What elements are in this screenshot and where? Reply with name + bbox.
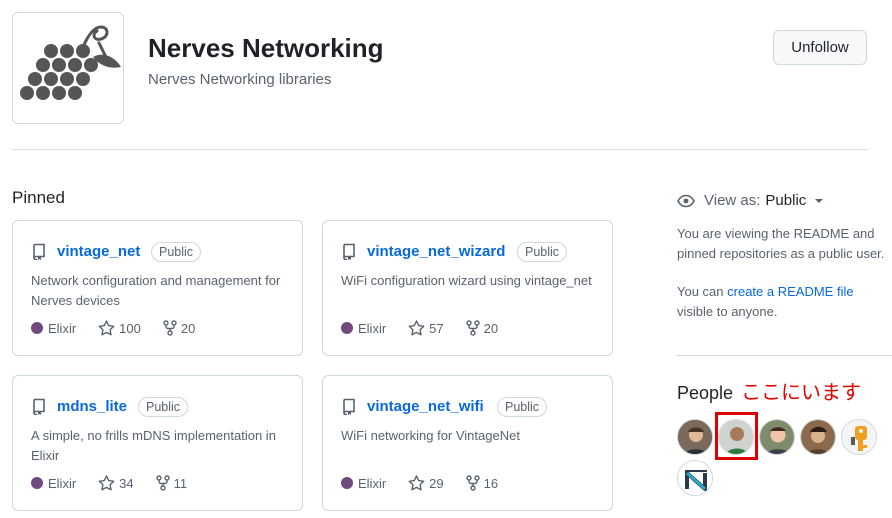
person-avatar-icon <box>760 420 794 454</box>
repo-meta: Elixir 57 20 <box>341 320 498 336</box>
repo-icon <box>343 243 355 260</box>
language: Elixir <box>31 321 76 336</box>
visibility-badge: Public <box>517 242 568 262</box>
repo-meta: Elixir 29 16 <box>341 475 498 491</box>
stars-count: 29 <box>429 475 444 491</box>
repo-link[interactable]: vintage_net <box>57 243 140 260</box>
pinned-repo-card: vintage_net Public Network configuration… <box>12 220 303 356</box>
stars-count: 34 <box>119 475 134 491</box>
stars-count: 100 <box>119 320 141 336</box>
stars-link[interactable]: 100 <box>98 320 141 336</box>
view-as-dropdown[interactable]: View as: Public <box>677 192 824 209</box>
caret-down-icon <box>815 198 824 203</box>
visibility-badge: Public <box>138 397 189 417</box>
repo-description: Network configuration and management for… <box>31 273 281 308</box>
language-label: Elixir <box>48 320 77 336</box>
create-readme-prefix: You can <box>677 284 724 299</box>
repo-description: WiFi configuration wizard using vintage_… <box>341 273 592 288</box>
fork-icon <box>465 475 480 491</box>
forks-count: 20 <box>483 320 499 336</box>
star-icon <box>408 475 425 491</box>
forks-link[interactable]: 20 <box>465 320 499 336</box>
people-header: People ここにいます <box>677 376 861 405</box>
pinned-title: Pinned <box>12 188 65 207</box>
language-label: Elixir <box>48 475 77 491</box>
create-readme-suffix: visible to anyone. <box>677 304 778 319</box>
repo-icon <box>33 243 45 260</box>
forks-link[interactable]: 11 <box>155 475 188 491</box>
org-logo <box>12 12 124 124</box>
repo-meta: Elixir 100 20 <box>31 320 195 336</box>
avatar[interactable] <box>677 460 713 496</box>
repo-link[interactable]: vintage_net_wifi <box>367 398 484 415</box>
people-title[interactable]: People <box>677 383 733 403</box>
forks-count: 20 <box>180 320 196 336</box>
avatar[interactable] <box>841 419 877 455</box>
fork-icon <box>163 320 177 336</box>
unfollow-button[interactable]: Unfollow <box>773 30 867 65</box>
repo-icon <box>33 398 45 415</box>
grapes-icon <box>20 25 121 100</box>
star-icon <box>408 320 425 336</box>
visibility-badge: Public <box>151 242 202 262</box>
view-as-label: View as: <box>704 192 761 209</box>
repo-icon <box>343 398 355 415</box>
repo-link[interactable]: mdns_lite <box>57 398 127 415</box>
language-color-dot <box>341 322 353 334</box>
visibility-badge: Public <box>497 397 548 417</box>
stars-link[interactable]: 29 <box>408 475 444 491</box>
stars-count: 57 <box>429 320 444 336</box>
repo-description: A simple, no frills mDNS implementation … <box>31 428 276 463</box>
highlight-box <box>715 412 758 460</box>
org-description: Nerves Networking libraries <box>148 71 332 88</box>
forks-count: 11 <box>173 475 188 491</box>
create-readme-note: You can create a README file visible to … <box>677 282 889 322</box>
pinned-repo-card: mdns_lite Public A simple, no frills mDN… <box>12 375 303 511</box>
view-as-value: Public <box>765 192 807 209</box>
person-avatar-icon <box>801 420 835 454</box>
pinned-repo-card: vintage_net_wifi Public WiFi networking … <box>322 375 613 511</box>
org-name: Nerves Networking <box>148 33 384 63</box>
header-divider <box>12 149 868 150</box>
language: Elixir <box>341 476 386 491</box>
repo-link[interactable]: vintage_net_wizard <box>367 243 505 260</box>
star-icon <box>98 475 115 491</box>
sidebar-divider <box>677 355 892 356</box>
readme-note: You are viewing the README and pinned re… <box>677 226 885 261</box>
language: Elixir <box>31 476 76 491</box>
repo-meta: Elixir 34 11 <box>31 475 187 491</box>
language-label: Elixir <box>358 320 387 336</box>
fork-icon <box>465 320 480 336</box>
language-label: Elixir <box>358 475 387 491</box>
nerves-logo-avatar-icon <box>678 461 712 495</box>
forks-link[interactable]: 16 <box>465 475 499 491</box>
key-avatar-icon <box>842 420 876 454</box>
language-color-dot <box>341 477 353 489</box>
people-annotation: ここにいます <box>741 382 862 404</box>
avatar[interactable] <box>677 419 713 455</box>
pinned-repo-card: vintage_net_wizard Public WiFi configura… <box>322 220 613 356</box>
forks-link[interactable]: 20 <box>163 320 195 336</box>
person-avatar-icon <box>678 420 712 454</box>
avatar[interactable] <box>800 419 836 455</box>
avatar[interactable] <box>759 419 795 455</box>
star-icon <box>98 320 115 336</box>
language: Elixir <box>341 321 386 336</box>
repo-description: WiFi networking for VintageNet <box>341 428 520 443</box>
language-color-dot <box>31 477 43 489</box>
eye-icon <box>677 194 695 207</box>
stars-link[interactable]: 34 <box>98 475 134 491</box>
stars-link[interactable]: 57 <box>408 320 444 336</box>
create-readme-link[interactable]: create a README file <box>727 284 853 299</box>
language-color-dot <box>31 322 43 334</box>
forks-count: 16 <box>483 475 499 491</box>
fork-icon <box>155 475 170 491</box>
